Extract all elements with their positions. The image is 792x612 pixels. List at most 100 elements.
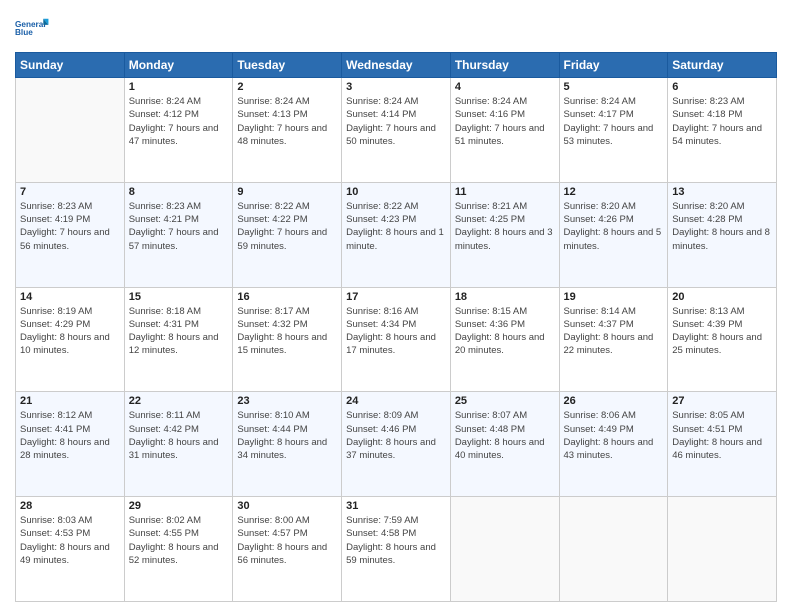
day-info: Sunrise: 8:24 AMSunset: 4:17 PMDaylight:… (564, 95, 664, 148)
calendar-cell: 9Sunrise: 8:22 AMSunset: 4:22 PMDaylight… (233, 182, 342, 287)
day-number: 24 (346, 395, 446, 407)
calendar-cell: 11 Sunrise: 8:21 AMSunset: 4:25 PMDayligh… (450, 182, 559, 287)
day-number: 29 (129, 500, 229, 512)
day-header: Monday (124, 53, 233, 78)
calendar-cell: 25 Sunrise: 8:07 AMSunset: 4:48 PMDayligh… (450, 392, 559, 497)
calendar-cell: 13 Sunrise: 8:20 AMSunset: 4:28 PMDayligh… (668, 182, 777, 287)
calendar-cell: 21 Sunrise: 8:12 AMSunset: 4:41 PMDayligh… (16, 392, 125, 497)
day-info: Sunrise: 8:24 AMSunset: 4:16 PMDaylight:… (455, 95, 555, 148)
day-number: 17 (346, 291, 446, 303)
day-info: Sunrise: 8:09 AMSunset: 4:46 PMDaylight:… (346, 409, 446, 462)
day-number: 6 (672, 81, 772, 93)
day-info: Sunrise: 8:22 AMSunset: 4:22 PMDaylight:… (237, 200, 337, 253)
day-info: Sunrise: 8:16 AMSunset: 4:34 PMDaylight:… (346, 305, 446, 358)
day-number: 12 (564, 186, 664, 198)
day-info: Sunrise: 8:05 AMSunset: 4:51 PMDaylight:… (672, 409, 772, 462)
calendar-week-row: 14 Sunrise: 8:19 AMSunset: 4:29 PMDayligh… (16, 287, 777, 392)
day-info: Sunrise: 8:07 AMSunset: 4:48 PMDaylight:… (455, 409, 555, 462)
day-number: 28 (20, 500, 120, 512)
day-number: 14 (20, 291, 120, 303)
calendar-cell: 8 Sunrise: 8:23 AMSunset: 4:21 PMDaylight… (124, 182, 233, 287)
day-info: Sunrise: 8:20 AMSunset: 4:26 PMDaylight:… (564, 200, 664, 253)
calendar-cell: 22 Sunrise: 8:11 AMSunset: 4:42 PMDayligh… (124, 392, 233, 497)
day-info: Sunrise: 8:12 AMSunset: 4:41 PMDaylight:… (20, 409, 120, 462)
day-info: Sunrise: 8:23 AMSunset: 4:18 PMDaylight:… (672, 95, 772, 148)
day-info: Sunrise: 8:15 AMSunset: 4:36 PMDaylight:… (455, 305, 555, 358)
day-header: Wednesday (342, 53, 451, 78)
day-info: Sunrise: 8:00 AMSunset: 4:57 PMDaylight:… (237, 514, 337, 567)
day-number: 21 (20, 395, 120, 407)
calendar-cell: 15Sunrise: 8:18 AMSunset: 4:31 PMDayligh… (124, 287, 233, 392)
day-number: 18 (455, 291, 555, 303)
calendar-cell: 31Sunrise: 7:59 AMSunset: 4:58 PMDayligh… (342, 497, 451, 602)
day-number: 1 (129, 81, 229, 93)
day-header: Saturday (668, 53, 777, 78)
calendar-cell: 19 Sunrise: 8:14 AMSunset: 4:37 PMDayligh… (559, 287, 668, 392)
day-number: 4 (455, 81, 555, 93)
day-info: Sunrise: 8:23 AMSunset: 4:21 PMDaylight:… (129, 200, 229, 253)
calendar-week-row: 7 Sunrise: 8:23 AMSunset: 4:19 PMDaylight… (16, 182, 777, 287)
calendar-cell (668, 497, 777, 602)
day-info: Sunrise: 8:06 AMSunset: 4:49 PMDaylight:… (564, 409, 664, 462)
calendar-cell: 28 Sunrise: 8:03 AMSunset: 4:53 PMDayligh… (16, 497, 125, 602)
calendar-cell: 3Sunrise: 8:24 AMSunset: 4:14 PMDaylight… (342, 78, 451, 183)
calendar-cell: 18 Sunrise: 8:15 AMSunset: 4:36 PMDayligh… (450, 287, 559, 392)
day-number: 30 (237, 500, 337, 512)
calendar-cell: 23 Sunrise: 8:10 AMSunset: 4:44 PMDayligh… (233, 392, 342, 497)
day-number: 8 (129, 186, 229, 198)
svg-text:General: General (15, 20, 46, 29)
day-info: Sunrise: 8:03 AMSunset: 4:53 PMDaylight:… (20, 514, 120, 567)
page: General Blue SundayMondayTuesdayWednesda… (0, 0, 792, 612)
day-number: 15 (129, 291, 229, 303)
day-info: Sunrise: 8:10 AMSunset: 4:44 PMDaylight:… (237, 409, 337, 462)
calendar-cell: 20Sunrise: 8:13 AMSunset: 4:39 PMDayligh… (668, 287, 777, 392)
calendar-cell: 27 Sunrise: 8:05 AMSunset: 4:51 PMDayligh… (668, 392, 777, 497)
calendar-week-row: 1Sunrise: 8:24 AMSunset: 4:12 PMDaylight… (16, 78, 777, 183)
day-number: 19 (564, 291, 664, 303)
day-info: Sunrise: 8:19 AMSunset: 4:29 PMDaylight:… (20, 305, 120, 358)
calendar-cell: 7 Sunrise: 8:23 AMSunset: 4:19 PMDaylight… (16, 182, 125, 287)
day-number: 3 (346, 81, 446, 93)
day-info: Sunrise: 8:02 AMSunset: 4:55 PMDaylight:… (129, 514, 229, 567)
calendar-cell: 17 Sunrise: 8:16 AMSunset: 4:34 PMDayligh… (342, 287, 451, 392)
logo: General Blue (15, 10, 51, 46)
day-number: 27 (672, 395, 772, 407)
day-info: Sunrise: 7:59 AMSunset: 4:58 PMDaylight:… (346, 514, 446, 567)
calendar-cell: 16 Sunrise: 8:17 AMSunset: 4:32 PMDayligh… (233, 287, 342, 392)
calendar-cell: 26Sunrise: 8:06 AMSunset: 4:49 PMDayligh… (559, 392, 668, 497)
calendar-cell: 12 Sunrise: 8:20 AMSunset: 4:26 PMDayligh… (559, 182, 668, 287)
day-info: Sunrise: 8:14 AMSunset: 4:37 PMDaylight:… (564, 305, 664, 358)
calendar-header-row: SundayMondayTuesdayWednesdayThursdayFrid… (16, 53, 777, 78)
calendar-cell: 30 Sunrise: 8:00 AMSunset: 4:57 PMDayligh… (233, 497, 342, 602)
day-number: 10 (346, 186, 446, 198)
calendar-cell: 5 Sunrise: 8:24 AMSunset: 4:17 PMDaylight… (559, 78, 668, 183)
day-number: 2 (237, 81, 337, 93)
calendar-table: SundayMondayTuesdayWednesdayThursdayFrid… (15, 52, 777, 602)
calendar-cell: 29 Sunrise: 8:02 AMSunset: 4:55 PMDayligh… (124, 497, 233, 602)
day-header: Sunday (16, 53, 125, 78)
day-number: 16 (237, 291, 337, 303)
day-header: Thursday (450, 53, 559, 78)
calendar-cell (16, 78, 125, 183)
day-info: Sunrise: 8:21 AMSunset: 4:25 PMDaylight:… (455, 200, 555, 253)
day-info: Sunrise: 8:22 AMSunset: 4:23 PMDaylight:… (346, 200, 446, 253)
logo-svg: General Blue (15, 10, 51, 46)
day-number: 23 (237, 395, 337, 407)
day-info: Sunrise: 8:11 AMSunset: 4:42 PMDaylight:… (129, 409, 229, 462)
day-info: Sunrise: 8:20 AMSunset: 4:28 PMDaylight:… (672, 200, 772, 253)
svg-text:Blue: Blue (15, 28, 33, 37)
day-number: 7 (20, 186, 120, 198)
day-number: 11 (455, 186, 555, 198)
calendar-cell (450, 497, 559, 602)
calendar-cell: 1Sunrise: 8:24 AMSunset: 4:12 PMDaylight… (124, 78, 233, 183)
day-number: 25 (455, 395, 555, 407)
header: General Blue (15, 10, 777, 46)
calendar-cell: 24 Sunrise: 8:09 AMSunset: 4:46 PMDayligh… (342, 392, 451, 497)
day-info: Sunrise: 8:24 AMSunset: 4:13 PMDaylight:… (237, 95, 337, 148)
day-info: Sunrise: 8:23 AMSunset: 4:19 PMDaylight:… (20, 200, 120, 253)
day-number: 5 (564, 81, 664, 93)
day-info: Sunrise: 8:17 AMSunset: 4:32 PMDaylight:… (237, 305, 337, 358)
day-number: 22 (129, 395, 229, 407)
day-number: 13 (672, 186, 772, 198)
day-number: 20 (672, 291, 772, 303)
